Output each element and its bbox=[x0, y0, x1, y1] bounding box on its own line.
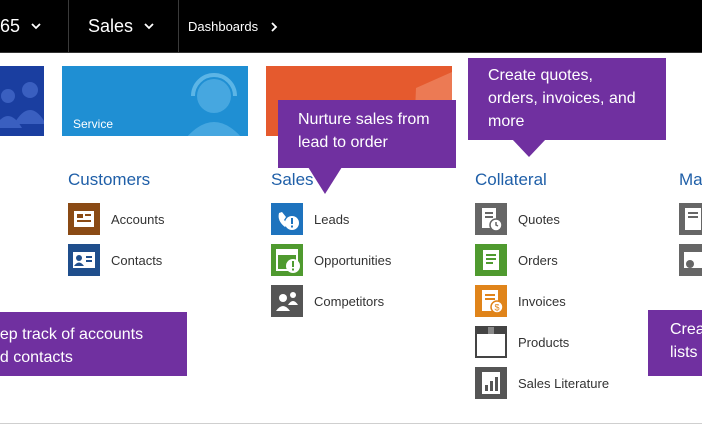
group-heading-collateral: Collateral bbox=[475, 170, 547, 189]
nav-item-competitors[interactable]: Competitors bbox=[271, 285, 384, 317]
top-nav-bar: 65 Sales Dashboards bbox=[0, 0, 702, 53]
area-name: Dashboards bbox=[188, 18, 259, 34]
chevron-down-icon bbox=[30, 21, 42, 31]
nav-item-orders[interactable]: Orders bbox=[475, 244, 558, 276]
nav-item-products[interactable]: Products bbox=[475, 326, 569, 358]
chevron-right-icon bbox=[268, 21, 280, 32]
nav-item-sales-literature[interactable]: Sales Literature bbox=[475, 367, 609, 399]
nav-item-label: Accounts bbox=[111, 211, 165, 227]
chevron-down-icon bbox=[143, 21, 155, 31]
nav-item-marketing-1[interactable] bbox=[679, 203, 702, 235]
app-name: 65 bbox=[0, 15, 21, 36]
callout-keep-track: eep track of accounts nd contacts bbox=[0, 312, 187, 376]
callout-line: Crea bbox=[670, 321, 702, 338]
quotes-icon bbox=[475, 203, 507, 235]
svg-text:$: $ bbox=[494, 303, 499, 313]
nav-item-label: Sales Literature bbox=[518, 375, 610, 391]
area-breadcrumb[interactable]: Dashboards bbox=[188, 0, 280, 52]
nav-item-leads[interactable]: Leads bbox=[271, 203, 349, 235]
nav-item-label: Competitors bbox=[314, 293, 385, 309]
competitors-icon bbox=[271, 285, 303, 317]
nav-item-label: Orders bbox=[518, 252, 558, 268]
group-heading-marketing: Ma bbox=[679, 170, 702, 189]
callout-pointer bbox=[308, 167, 342, 194]
module-name: Sales bbox=[88, 15, 134, 36]
invoices-icon: $ bbox=[475, 285, 507, 317]
callout-pointer bbox=[512, 139, 546, 157]
nav-item-label: Contacts bbox=[111, 252, 163, 268]
nav-item-quotes[interactable]: Quotes bbox=[475, 203, 560, 235]
leads-icon bbox=[271, 203, 303, 235]
callout-line: Create quotes, bbox=[488, 67, 593, 84]
accounts-icon bbox=[68, 203, 100, 235]
people-icon bbox=[0, 82, 44, 128]
group-heading-customers: Customers bbox=[68, 170, 151, 189]
opportunities-icon bbox=[271, 244, 303, 276]
module-switcher[interactable]: Sales bbox=[88, 0, 155, 52]
nav-divider bbox=[178, 0, 179, 52]
tile-partial-blue[interactable] bbox=[0, 66, 44, 136]
nav-item-label: Leads bbox=[314, 211, 350, 227]
callout-line: lead to order bbox=[298, 134, 388, 151]
campaign-icon bbox=[679, 244, 702, 276]
document-icon bbox=[679, 203, 702, 235]
callout-create-quotes: Create quotes, orders, invoices, and mor… bbox=[468, 58, 666, 157]
callout-line: lists bbox=[670, 344, 698, 361]
orders-icon bbox=[475, 244, 507, 276]
tile-service[interactable]: Service bbox=[62, 66, 248, 136]
callout-marketing: Crea lists bbox=[648, 310, 702, 376]
tile-service-label: Service bbox=[73, 117, 114, 131]
nav-item-label: Opportunities bbox=[314, 252, 392, 268]
nav-item-opportunities[interactable]: Opportunities bbox=[271, 244, 391, 276]
nav-item-invoices[interactable]: $ Invoices bbox=[475, 285, 566, 317]
callout-nurture-sales: Nurture sales from lead to order bbox=[278, 100, 456, 194]
nav-item-contacts[interactable]: Contacts bbox=[68, 244, 162, 276]
callout-line: more bbox=[488, 113, 525, 130]
callout-line: Nurture sales from bbox=[298, 111, 430, 128]
nav-item-label: Quotes bbox=[518, 211, 560, 227]
nav-divider bbox=[68, 0, 69, 52]
products-icon bbox=[475, 326, 507, 358]
callout-line: orders, invoices, and bbox=[488, 90, 636, 107]
nav-item-label: Invoices bbox=[518, 293, 566, 309]
contacts-icon bbox=[68, 244, 100, 276]
nav-item-label: Products bbox=[518, 334, 570, 350]
nav-item-marketing-2[interactable] bbox=[679, 244, 702, 276]
callout-pointer bbox=[107, 312, 141, 313]
nav-item-accounts[interactable]: Accounts bbox=[68, 203, 164, 235]
callout-line: eep track of accounts bbox=[0, 326, 144, 343]
sales-literature-icon bbox=[475, 367, 507, 399]
callout-line: nd contacts bbox=[0, 349, 73, 366]
divider bbox=[0, 423, 702, 424]
app-switcher[interactable]: 65 bbox=[0, 0, 42, 52]
